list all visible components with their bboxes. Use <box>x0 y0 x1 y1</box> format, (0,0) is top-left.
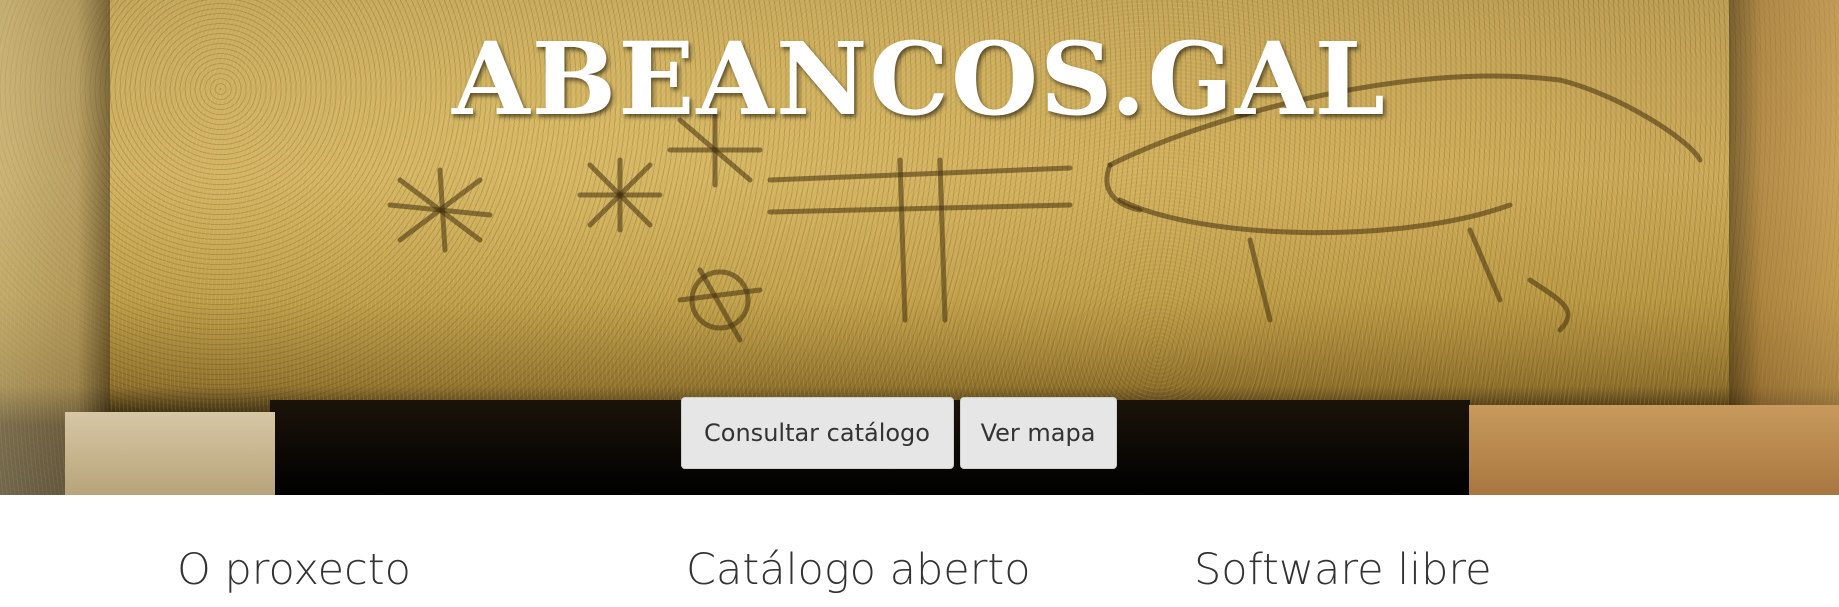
view-map-button[interactable]: Ver mapa <box>959 397 1117 469</box>
hero-banner: ABEANCOS.GAL Consultar catálogo Ver mapa <box>0 0 1839 495</box>
feature-section: O proxecto Catálogo aberto Software libr… <box>0 545 1839 607</box>
hero-actions: Consultar catálogo Ver mapa <box>0 397 1818 469</box>
feature-heading-project: O proxecto <box>177 545 411 595</box>
browse-catalog-button[interactable]: Consultar catálogo <box>680 397 954 469</box>
feature-heading-open-catalog: Catálogo aberto <box>686 545 1031 595</box>
knot-carving <box>677 267 763 343</box>
cross-carving <box>767 157 1073 323</box>
star-carving-1 <box>387 167 493 253</box>
site-title: ABEANCOS.GAL <box>452 20 1387 138</box>
star-carving-2 <box>577 157 663 233</box>
feature-heading-free-software: Software libre <box>1194 545 1492 595</box>
